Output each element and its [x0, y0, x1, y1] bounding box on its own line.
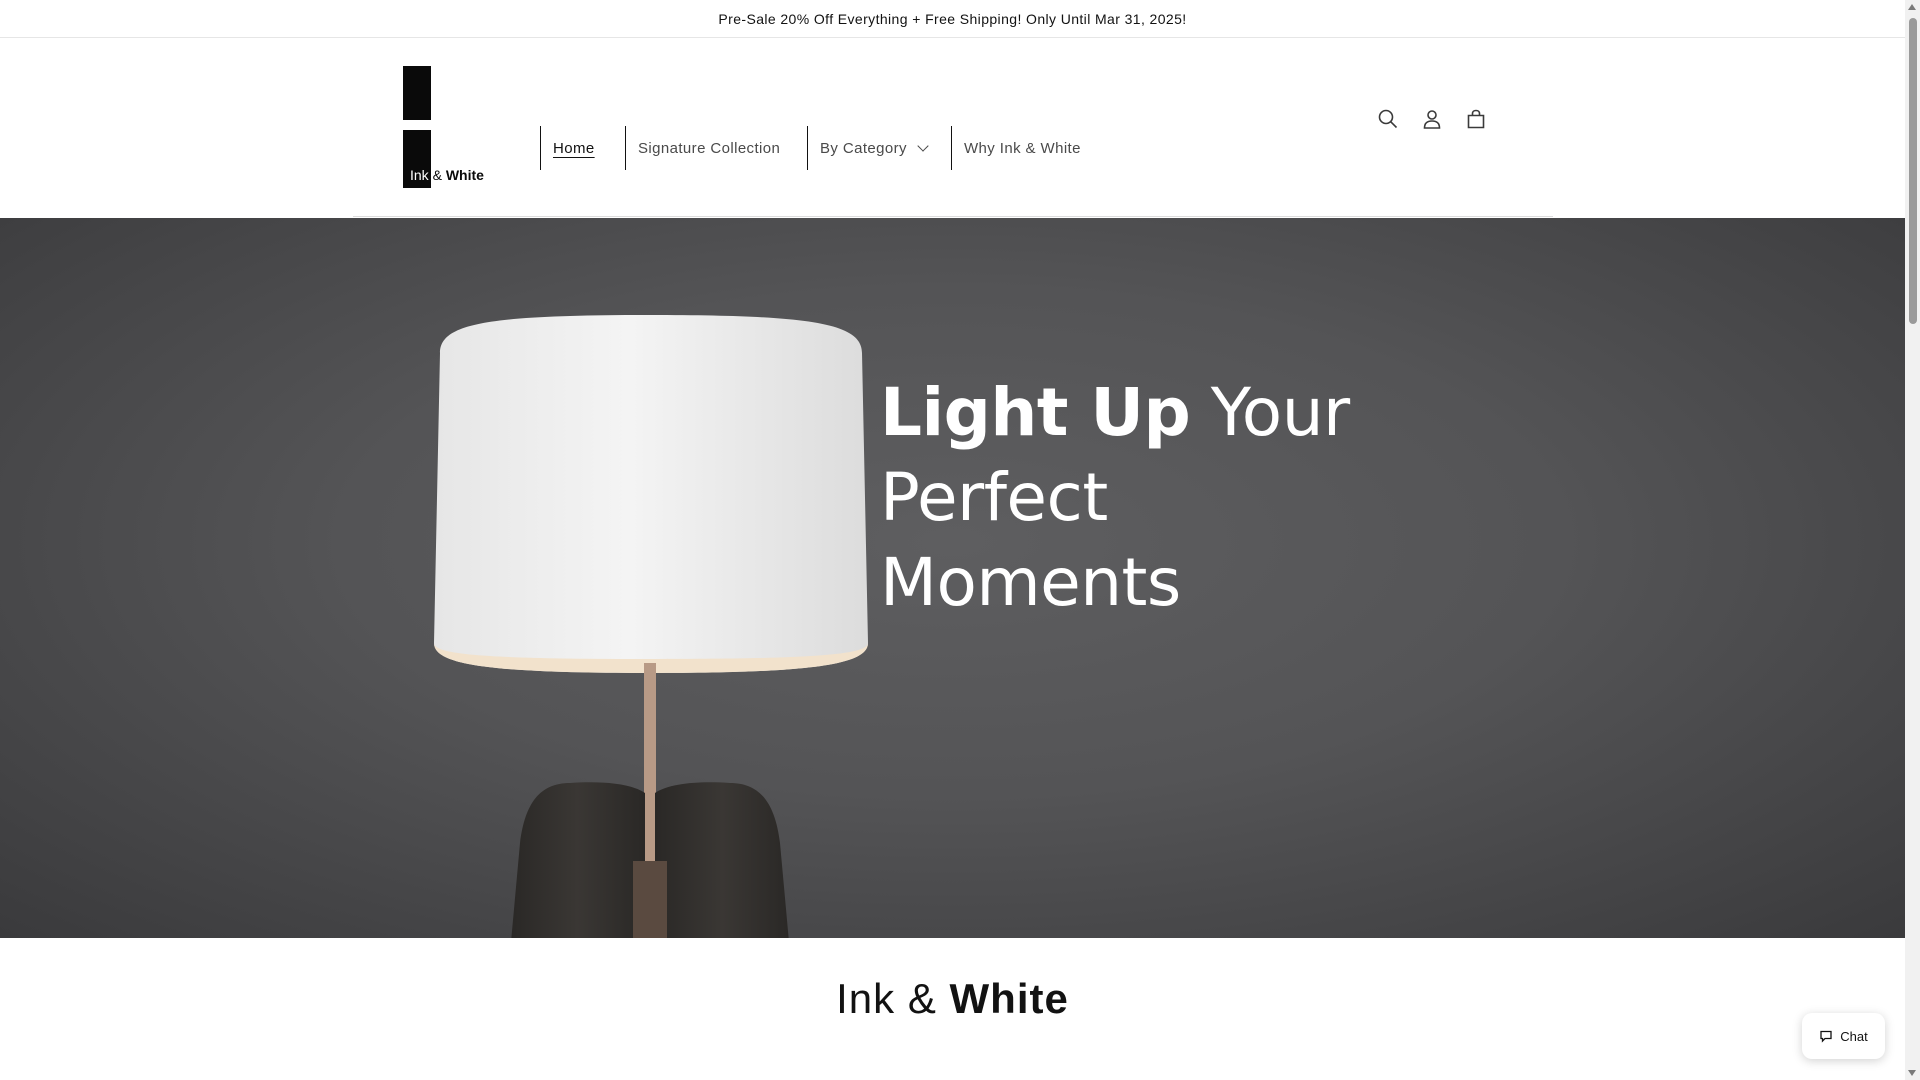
main-nav: Home Signature Collection By Category Wh… — [540, 126, 1081, 170]
logo-wordmark: Ink & White — [410, 167, 484, 183]
chat-bubble-icon — [1820, 1030, 1832, 1043]
page: Pre-Sale 20% Off Everything + Free Shipp… — [0, 0, 1905, 1080]
logo[interactable]: Ink & White — [403, 66, 498, 188]
hero-heading: Light Up Your Perfect Moments — [880, 370, 1400, 625]
scrollbar-thumb[interactable] — [1909, 18, 1917, 324]
logo-bar-top — [403, 66, 431, 120]
site-header: Ink & White Home Signature Collection By… — [353, 38, 1553, 217]
nav-by-category[interactable]: By Category — [807, 126, 951, 170]
brand-heading-light: Ink & — [836, 975, 950, 1022]
nav-signature-collection[interactable]: Signature Collection — [625, 126, 807, 170]
scroll-up-arrow[interactable] — [1908, 4, 1916, 10]
header-icons — [1375, 106, 1489, 132]
hero-line1-light: Your — [1190, 374, 1350, 451]
chevron-down-icon — [917, 139, 929, 152]
brand-heading: Ink & White — [0, 975, 1905, 1023]
hero-line1-strong: Light Up — [880, 374, 1191, 451]
nav-category-label: By Category — [820, 139, 907, 157]
nav-why-label: Why Ink & White — [964, 139, 1081, 157]
scroll-down-arrow[interactable] — [1908, 1070, 1916, 1076]
page-scrollbar[interactable] — [1905, 0, 1920, 1080]
search-icon[interactable] — [1375, 106, 1401, 132]
chat-button[interactable]: Chat — [1802, 1013, 1885, 1059]
announcement-text: Pre-Sale 20% Off Everything + Free Shipp… — [718, 10, 1187, 27]
announcement-bar: Pre-Sale 20% Off Everything + Free Shipp… — [0, 0, 1905, 38]
hero-line3: Moments — [880, 544, 1181, 621]
cart-icon[interactable] — [1463, 106, 1489, 132]
brand-heading-bold: White — [949, 975, 1069, 1022]
nav-home-label: Home — [553, 139, 595, 157]
account-icon[interactable] — [1419, 106, 1445, 132]
hero-banner[interactable]: Light Up Your Perfect Moments — [0, 218, 1905, 938]
lamp-image — [434, 315, 868, 938]
nav-why-ink-white[interactable]: Why Ink & White — [951, 126, 1081, 170]
nav-home[interactable]: Home — [540, 126, 625, 170]
chat-label: Chat — [1840, 1028, 1868, 1044]
hero-line2: Perfect — [880, 459, 1108, 536]
nav-signature-label: Signature Collection — [638, 139, 781, 157]
